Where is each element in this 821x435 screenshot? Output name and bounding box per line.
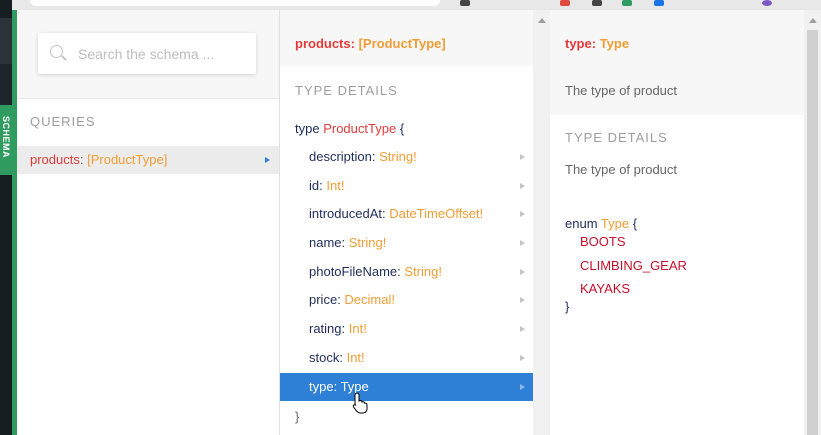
field-row-photoFileName[interactable]: photoFileName: String! (280, 258, 533, 286)
field-description: The type of product (565, 83, 678, 98)
field-row-id[interactable]: id: Int! (280, 172, 533, 200)
address-bar[interactable] (30, 0, 440, 6)
field-name: photoFileName (309, 264, 398, 279)
rail-segment (0, 64, 12, 110)
field-type[interactable]: String! (404, 264, 442, 279)
header-field-type[interactable]: [ProductType] (359, 36, 446, 51)
column-scrollbar[interactable] (533, 10, 550, 435)
header-field-name: type (565, 36, 592, 51)
type-description: The type of product (565, 162, 678, 177)
field-row-name[interactable]: name: String! (280, 229, 533, 257)
extension-icon[interactable] (622, 0, 632, 6)
chevron-right-icon (520, 154, 525, 160)
queries-heading: QUERIES (30, 114, 96, 129)
field-name: introducedAt (309, 206, 382, 221)
chevron-right-icon (520, 211, 525, 217)
schema-tab-label: SCHEMA (1, 115, 11, 158)
query-item-products[interactable]: products: [ProductType] (17, 146, 279, 174)
column-header: products: [ProductType] (280, 10, 533, 66)
search-area (17, 10, 279, 99)
browser-toolbar-strip (0, 0, 821, 10)
chevron-right-icon (520, 297, 525, 303)
chevron-right-icon (520, 240, 525, 246)
profile-avatar-icon[interactable] (762, 0, 772, 6)
type-details-heading: TYPE DETAILS (295, 83, 398, 98)
chevron-right-icon (520, 355, 525, 361)
chevron-right-icon (520, 326, 525, 332)
field-name: stock (309, 350, 340, 365)
schema-tab[interactable]: SCHEMA (0, 105, 12, 175)
chevron-right-icon (520, 269, 525, 275)
scroll-up-arrow-icon[interactable] (809, 18, 817, 23)
close-brace: } (295, 409, 300, 424)
right-scrollbar[interactable] (804, 10, 821, 435)
search-icon (50, 45, 63, 58)
hand-cursor-icon (352, 392, 368, 414)
scroll-up-arrow-icon[interactable] (538, 18, 546, 23)
field-name: rating (309, 321, 342, 336)
field-name: description (309, 149, 372, 164)
enum-keyword: enum (565, 216, 598, 231)
field-type[interactable]: Int! (326, 178, 344, 193)
column-title: products: [ProductType] (295, 36, 446, 51)
field-row-price[interactable]: price: Decimal! (280, 286, 533, 314)
type-keyword: type (295, 121, 320, 136)
field-name: id (309, 178, 320, 193)
field-type[interactable]: String! (349, 235, 387, 250)
enum-value: KAYAKS (580, 281, 631, 296)
query-name: products (30, 152, 80, 167)
field-type[interactable]: Decimal! (344, 292, 395, 307)
column-title: type: Type (565, 36, 630, 51)
open-brace: { (632, 216, 638, 231)
app-left-rail (0, 0, 12, 435)
field-row-type[interactable]: type: Type (280, 373, 533, 401)
field-name: price (309, 292, 338, 307)
product-type-column: products: [ProductType] TYPE DETAILS typ… (280, 10, 533, 435)
field-name: name (309, 235, 342, 250)
field-row-stock[interactable]: stock: Int! (280, 344, 533, 372)
search-box[interactable] (38, 33, 256, 74)
type-name: ProductType (323, 121, 397, 136)
type-enum-column: type: Type The type of product TYPE DETA… (550, 10, 804, 435)
schema-root-column: QUERIES products: [ProductType] (17, 10, 280, 435)
field-name: type (309, 379, 334, 394)
extension-icon[interactable] (592, 0, 602, 6)
field-type[interactable]: Int! (349, 321, 367, 336)
open-brace: { (399, 121, 405, 136)
enum-value: BOOTS (580, 234, 626, 249)
chevron-right-icon (265, 157, 270, 163)
header-field-type[interactable]: Type (600, 36, 629, 51)
extension-icon[interactable] (560, 0, 570, 6)
enum-value: CLIMBING_GEAR (580, 258, 687, 273)
column-header: type: Type The type of product (550, 10, 804, 115)
type-declaration: type ProductType { (295, 121, 404, 136)
chevron-right-icon (520, 384, 525, 390)
field-row-rating[interactable]: rating: Int! (280, 315, 533, 343)
chevron-right-icon (520, 183, 525, 189)
search-input[interactable] (76, 43, 250, 65)
scrollbar-thumb[interactable] (807, 30, 818, 435)
extension-icon[interactable] (460, 0, 470, 6)
query-item-label: products: [ProductType] (30, 152, 168, 167)
rail-segment (0, 18, 12, 64)
field-row-introducedAt[interactable]: introducedAt: DateTimeOffset! (280, 200, 533, 228)
extension-icon[interactable] (654, 0, 664, 6)
field-type[interactable]: DateTimeOffset! (389, 206, 483, 221)
field-row-description[interactable]: description: String! (280, 143, 533, 171)
type-details-heading: TYPE DETAILS (565, 130, 668, 145)
enum-declaration: enum Type { (565, 216, 637, 231)
query-type[interactable]: [ProductType] (87, 152, 167, 167)
header-field-name: products (295, 36, 351, 51)
field-type[interactable]: String! (379, 149, 417, 164)
field-type[interactable]: Int! (347, 350, 365, 365)
enum-name: Type (600, 216, 630, 231)
close-brace: } (565, 299, 570, 314)
